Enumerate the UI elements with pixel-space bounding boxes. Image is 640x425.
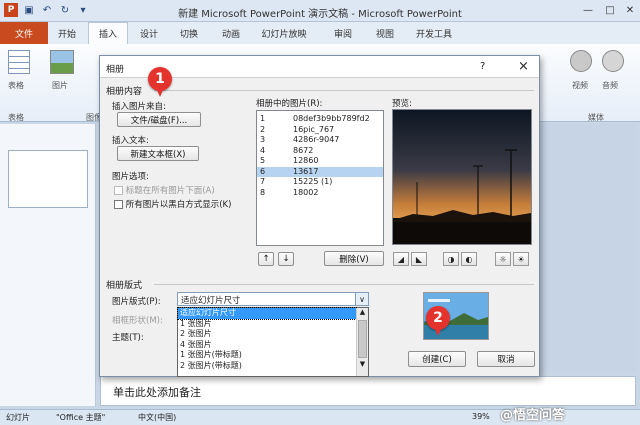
pictures-label: 相册中的图片(R): (256, 99, 323, 109)
rotate-right-icon[interactable]: ◣ (411, 252, 427, 266)
help-icon[interactable]: ? (480, 61, 485, 72)
window-title: 新建 Microsoft PowerPoint 演示文稿 - Microsoft… (178, 9, 462, 20)
layout-option[interactable]: 4 张图片 (178, 340, 368, 351)
new-textbox-button[interactable]: 新建文本框(X) (117, 146, 199, 161)
video-icon[interactable] (570, 50, 592, 72)
photo-album-dialog: 相册 ? × 相册内容 插入图片来自: 文件/磁盘(F)... 插入文本: 新建… (99, 55, 540, 377)
layout-option[interactable]: 1 张图片(带标题) (178, 350, 368, 361)
tab-file[interactable]: 文件 (0, 22, 48, 44)
list-item-selected[interactable]: 6 13617 (257, 166, 383, 177)
list-item[interactable]: 2 16pic_767 (257, 125, 383, 136)
frame-label: 相框形状(M): (112, 316, 163, 326)
tab-insert[interactable]: 插入 (88, 22, 128, 44)
preview-sunset-image (393, 110, 531, 244)
scroll-up-icon[interactable]: ▲ (357, 308, 368, 318)
status-slide: 幻灯片 (6, 413, 30, 422)
insert-text-label: 插入文本: (112, 136, 149, 146)
minimize-icon[interactable]: — (578, 2, 598, 18)
brightness-up-icon[interactable]: ☼ (495, 252, 511, 266)
file-disk-button[interactable]: 文件/磁盘(F)... (117, 112, 201, 127)
audio-button-label: 音频 (602, 81, 618, 90)
section-divider (154, 284, 534, 285)
preview-frame (392, 109, 532, 245)
layout-dropdown-list: 适应幻灯片尺寸 1 张图片 2 张图片 4 张图片 1 张图片(带标题) 2 张… (177, 307, 369, 377)
option-caption: 标题在所有图片下面(A) (114, 184, 215, 196)
list-item[interactable]: 5 12860 (257, 156, 383, 167)
list-item[interactable]: 1 08def3b9bb789fd2 (257, 114, 383, 125)
scroll-thumb[interactable] (358, 320, 367, 358)
contrast-down-icon[interactable]: ◐ (461, 252, 477, 266)
dropdown-scrollbar[interactable]: ▲ ▼ (356, 308, 368, 376)
tab-review[interactable]: 审阅 (326, 22, 360, 44)
bw-checkbox[interactable] (114, 200, 123, 209)
pictures-list: 1 08def3b9bb789fd2 2 16pic_767 3 4286r-9047… (257, 111, 383, 198)
bw-option-label: 所有图片以黑白方式显示(K) (125, 200, 232, 210)
status-language[interactable]: 中文(中国) (138, 412, 176, 423)
tab-animations[interactable]: 动画 (214, 22, 248, 44)
dialog-title: 相册 (106, 65, 125, 75)
list-item[interactable]: 7 15225 (1) (257, 177, 383, 188)
rotate-left-icon[interactable]: ◢ (393, 252, 409, 266)
tab-transitions[interactable]: 切换 (172, 22, 206, 44)
group-table-label: 表格 (8, 113, 24, 122)
preview-label: 预览: (392, 99, 412, 109)
table-icon[interactable] (8, 50, 30, 74)
move-up-button[interactable]: ↑ (258, 252, 274, 266)
layout-select[interactable]: 适应幻灯片尺寸 (177, 292, 357, 306)
chevron-down-icon[interactable]: ∨ (355, 292, 369, 306)
contrast-up-icon[interactable]: ◑ (443, 252, 459, 266)
slide-thumbnail[interactable] (8, 150, 88, 208)
caption-checkbox (114, 186, 123, 195)
scroll-down-icon[interactable]: ▼ (357, 360, 368, 370)
image-button-label: 图片 (52, 81, 68, 90)
tab-developer[interactable]: 开发工具 (410, 22, 458, 44)
list-item[interactable]: 4 8672 (257, 146, 383, 157)
image-icon[interactable] (50, 50, 74, 74)
dialog-close-icon[interactable]: × (518, 59, 529, 74)
status-theme: "Office 主题" (56, 413, 106, 422)
brightness-down-icon[interactable]: ☀ (513, 252, 529, 266)
layout-option[interactable]: 1 张图片 (178, 319, 368, 330)
create-button[interactable]: 创建(C) (408, 351, 466, 367)
list-item[interactable]: 8 18002 (257, 188, 383, 199)
section-divider (154, 90, 534, 91)
caption-option-label: 标题在所有图片下面(A) (125, 186, 215, 196)
theme-label: 主题(T): (112, 333, 144, 343)
close-window-icon[interactable]: ✕ (620, 2, 640, 18)
watermark-text: @悟空问答 (500, 408, 566, 423)
tab-design[interactable]: 设计 (132, 22, 166, 44)
section-content-label: 相册内容 (106, 87, 143, 97)
tab-slideshow[interactable]: 幻灯片放映 (254, 22, 314, 44)
pictures-listbox[interactable]: 1 08def3b9bb789fd2 2 16pic_767 3 4286r-9047… (256, 110, 384, 246)
annotation-marker-2: 2 (426, 306, 450, 336)
section-layout-label: 相册版式 (106, 281, 143, 291)
cancel-button[interactable]: 取消 (477, 351, 535, 367)
layout-option-selected[interactable]: 适应幻灯片尺寸 (177, 307, 357, 320)
tab-home[interactable]: 开始 (50, 22, 84, 44)
notes-pane[interactable]: 单击此处添加备注 (100, 376, 636, 406)
insert-from-label: 插入图片来自: (112, 102, 166, 112)
table-button-label: 表格 (8, 81, 24, 90)
status-zoom[interactable]: 39% (472, 412, 490, 421)
layout-label: 图片版式(P): (112, 297, 161, 307)
audio-icon[interactable] (602, 50, 624, 72)
layout-option[interactable]: 2 张图片 (178, 329, 368, 340)
tab-view[interactable]: 视图 (368, 22, 402, 44)
list-item[interactable]: 3 4286r-9047 (257, 135, 383, 146)
layout-option[interactable]: 2 张图片(带标题) (178, 361, 368, 372)
maximize-icon[interactable]: □ (600, 2, 620, 18)
move-down-button[interactable]: ↓ (278, 252, 294, 266)
picture-options-label: 图片选项: (112, 172, 149, 182)
annotation-marker-1: 1 (148, 67, 172, 97)
video-button-label: 视频 (572, 81, 588, 90)
delete-button[interactable]: 删除(V) (324, 251, 384, 266)
option-bw[interactable]: 所有图片以黑白方式显示(K) (114, 198, 231, 210)
group-media-label: 媒体 (588, 113, 604, 122)
